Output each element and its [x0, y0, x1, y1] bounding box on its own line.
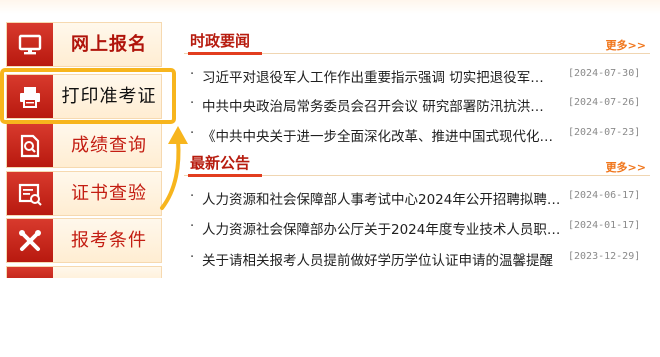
panel-title: 最新公告 — [190, 154, 251, 172]
news-title[interactable]: 人力资源和社会保障部人事考试中心2024年公开招聘拟聘… — [202, 188, 562, 208]
news-title[interactable]: 《中共中央关于进一步全面深化改革、推进中国式现代化… — [202, 125, 562, 145]
news-date: [2023-12-29] — [568, 251, 641, 262]
bullet-icon: · — [190, 67, 195, 82]
panel-title-underline — [188, 174, 262, 177]
panel-title: 时政要闻 — [190, 32, 251, 50]
sidebar-item-label: 报考条件 — [71, 230, 147, 251]
partial-icon — [7, 267, 53, 278]
sidebar-item-label: 证书查验 — [71, 183, 147, 204]
sidebar-item-label: 成绩查询 — [71, 135, 147, 156]
certificate-check-icon — [7, 172, 53, 215]
news-item[interactable]: · 关于请相关报考人员提前做好学历学位认证申请的温馨提醒 [2023-12-29… — [184, 247, 650, 269]
news-date: [2024-07-26] — [568, 97, 641, 108]
sidebar-item-application-requirements[interactable]: 报考条件 — [6, 218, 162, 263]
news-item[interactable]: · 中共中央政治局常务委员会召开会议 研究部署防汛抗洪… [2024-07-26… — [184, 93, 650, 115]
news-item[interactable]: · 习近平对退役军人工作作出重要指示强调 切实把退役军… [2024-07-30… — [184, 64, 650, 86]
highlight-box — [0, 68, 176, 124]
sidebar: 网上报名 打印准考证 成绩查询 证书查验 报考条件 — [6, 22, 162, 278]
news-title[interactable]: 中共中央政治局常务委员会召开会议 研究部署防汛抗洪… — [202, 95, 562, 115]
sidebar-item-score-query[interactable]: 成绩查询 — [6, 123, 162, 168]
news-item[interactable]: · 人力资源和社会保障部人事考试中心2024年公开招聘拟聘… [2024-06-… — [184, 186, 650, 208]
top-band — [0, 0, 660, 14]
bullet-icon: · — [190, 189, 195, 204]
news-title[interactable]: 习近平对退役军人工作作出重要指示强调 切实把退役军… — [202, 66, 562, 86]
monitor-icon — [7, 23, 53, 66]
bullet-icon: · — [190, 126, 195, 141]
sidebar-item-online-registration[interactable]: 网上报名 — [6, 22, 162, 67]
news-date: [2024-07-23] — [568, 127, 641, 138]
search-document-icon — [7, 124, 53, 167]
sidebar-item-label: 网上报名 — [71, 34, 147, 55]
news-date: [2024-01-17] — [568, 220, 641, 231]
more-link[interactable]: 更多>> — [606, 159, 646, 175]
news-date: [2024-06-17] — [568, 190, 641, 201]
tools-icon — [7, 219, 53, 262]
news-title[interactable]: 人力资源社会保障部办公厅关于2024年度专业技术人员职… — [202, 218, 562, 238]
news-item[interactable]: · 《中共中央关于进一步全面深化改革、推进中国式现代化… [2024-07-23… — [184, 123, 650, 145]
panel-header: 时政要闻 更多>> — [184, 28, 650, 55]
news-title[interactable]: 关于请相关报考人员提前做好学历学位认证申请的温馨提醒 — [202, 249, 562, 269]
more-link[interactable]: 更多>> — [606, 37, 646, 53]
sidebar-item-partial[interactable] — [6, 266, 162, 278]
bullet-icon: · — [190, 96, 195, 111]
news-item[interactable]: · 人力资源社会保障部办公厅关于2024年度专业技术人员职… [2024-01-… — [184, 216, 650, 238]
bullet-icon: · — [190, 250, 195, 265]
panel-header: 最新公告 更多>> — [184, 150, 650, 177]
sidebar-item-certificate-verify[interactable]: 证书查验 — [6, 171, 162, 216]
bullet-icon: · — [190, 219, 195, 234]
news-date: [2024-07-30] — [568, 68, 641, 79]
panel-title-underline — [188, 52, 262, 55]
